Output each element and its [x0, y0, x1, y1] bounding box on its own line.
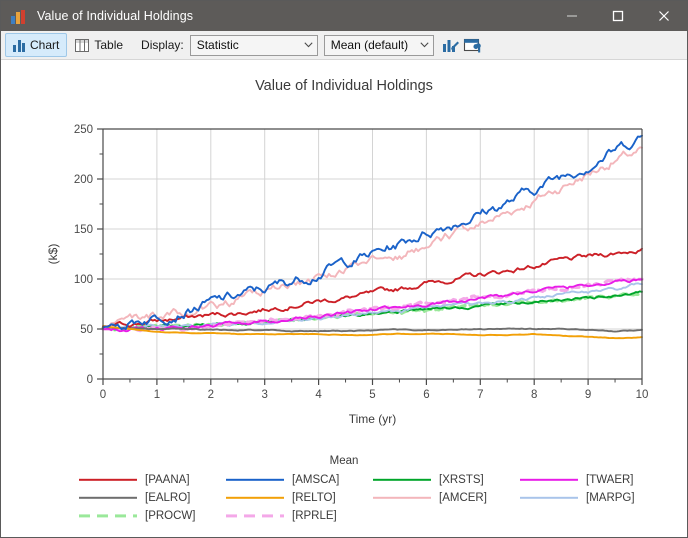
svg-text:8: 8	[531, 389, 537, 401]
legend-item[interactable]: [XRSTS]	[373, 473, 520, 487]
legend-label: [PAANA]	[145, 474, 190, 486]
legend-item[interactable]: [AMCER]	[373, 491, 520, 505]
legend-item[interactable]: [PROCW]	[79, 509, 226, 523]
svg-text:0: 0	[87, 374, 93, 386]
svg-text:Time (yr): Time (yr)	[349, 412, 397, 426]
svg-text:5: 5	[369, 389, 375, 401]
chevron-down-icon	[416, 42, 433, 48]
tab-chart-label: Chart	[30, 38, 60, 52]
svg-text:250: 250	[74, 124, 93, 136]
legend-swatch	[226, 511, 284, 521]
svg-text:150: 150	[74, 224, 93, 236]
line-chart: 0 50 100 150 200 250 0 1 2 3 4 5 6 7 8 9 10 Time (yr) (k$)	[46, 124, 649, 426]
window-controls	[549, 1, 687, 31]
legend-column: [XRSTS] [AMCER]	[373, 473, 520, 523]
tab-chart[interactable]: Chart	[5, 33, 68, 57]
legend-swatch	[373, 493, 431, 503]
legend-swatch	[226, 493, 284, 503]
svg-text:100: 100	[74, 274, 93, 286]
display-label: Display:	[141, 38, 184, 52]
svg-text:6: 6	[423, 389, 429, 401]
legend-label: [AMCER]	[439, 492, 487, 504]
toolbar: Chart Table Display: Statistic Mean (def…	[1, 31, 687, 60]
legend-label: [EALRO]	[145, 492, 191, 504]
chart-panel: Value of Individual Holdings 0 50 100 150 20…	[1, 60, 687, 537]
bar-chart-icon	[11, 8, 29, 24]
statistic-select-value: Statistic	[196, 38, 239, 52]
legend-item[interactable]: [RPRLE]	[226, 509, 373, 523]
table-icon	[75, 38, 90, 52]
svg-text:7: 7	[477, 389, 483, 401]
statistic-select[interactable]: Statistic	[189, 34, 318, 56]
svg-text:3: 3	[261, 389, 267, 401]
window-title: Value of Individual Holdings	[37, 9, 194, 23]
tab-table[interactable]: Table	[67, 33, 131, 57]
legend-label: [RPRLE]	[292, 510, 337, 522]
legend-label: [TWAER]	[586, 474, 634, 486]
svg-text:0: 0	[100, 389, 106, 401]
legend-item[interactable]: [EALRO]	[79, 491, 226, 505]
legend-column: [PAANA] [EALRO] [PROCW]	[79, 473, 226, 523]
legend-item[interactable]: [AMSCA]	[226, 473, 373, 487]
chart-icon	[13, 39, 25, 52]
svg-text:1: 1	[154, 389, 160, 401]
svg-text:2: 2	[208, 389, 214, 401]
legend-item[interactable]: [MARPG]	[520, 491, 667, 505]
legend-label: [RELTO]	[292, 492, 336, 504]
statistic-value-select-value: Mean (default)	[330, 38, 409, 52]
legend-column: [TWAER] [MARPG]	[520, 473, 667, 523]
close-icon[interactable]	[641, 1, 687, 31]
chart-legend: Mean [PAANA] [EALRO] [PROCW] [AMSCA] [RELTO]…	[1, 455, 687, 533]
svg-text:200: 200	[74, 174, 93, 186]
legend-swatch	[520, 475, 578, 485]
legend-column: [AMSCA] [RELTO] [RPRLE]	[226, 473, 373, 523]
legend-swatch	[226, 475, 284, 485]
maximize-icon[interactable]	[595, 1, 641, 31]
chevron-down-icon	[300, 42, 317, 48]
svg-text:10: 10	[636, 389, 649, 401]
statistic-value-select[interactable]: Mean (default)	[323, 34, 434, 56]
legend-item[interactable]: [TWAER]	[520, 473, 667, 487]
chart-edit-icon[interactable]	[440, 34, 462, 56]
window-wrench-icon[interactable]	[462, 34, 484, 56]
legend-swatch	[79, 475, 137, 485]
legend-swatch	[373, 475, 431, 485]
svg-text:9: 9	[585, 389, 591, 401]
legend-columns: [PAANA] [EALRO] [PROCW] [AMSCA] [RELTO] [RPRL…	[79, 473, 667, 523]
svg-text:(k$): (k$)	[46, 244, 60, 265]
legend-swatch	[520, 493, 578, 503]
svg-text:4: 4	[315, 389, 322, 401]
legend-swatch	[79, 511, 137, 521]
legend-swatch	[79, 493, 137, 503]
minimize-icon[interactable]	[549, 1, 595, 31]
legend-item[interactable]: [RELTO]	[226, 491, 373, 505]
legend-label: [XRSTS]	[439, 474, 484, 486]
tab-table-label: Table	[94, 38, 124, 52]
svg-text:50: 50	[80, 324, 93, 336]
legend-title: Mean	[329, 455, 359, 467]
legend-label: [MARPG]	[586, 492, 635, 504]
legend-label: [PROCW]	[145, 510, 196, 522]
title-bar: Value of Individual Holdings	[1, 1, 687, 31]
legend-label: [AMSCA]	[292, 474, 340, 486]
application-window: Value of Individual Holdings Chart Table…	[0, 0, 688, 538]
legend-item[interactable]: [PAANA]	[79, 473, 226, 487]
